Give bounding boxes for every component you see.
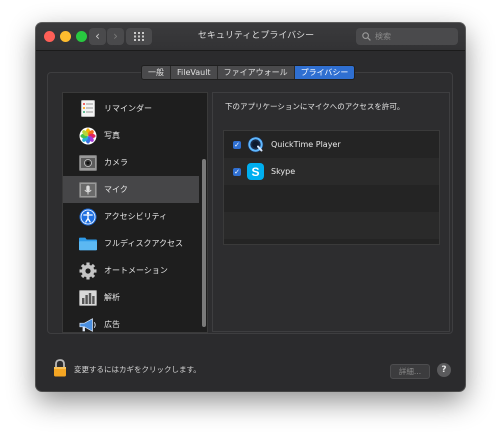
app-row-quicktime[interactable]: ✓ QuickTime Player [224,131,439,158]
quicktime-checkbox[interactable]: ✓ [233,140,241,149]
preferences-window: ‹ › セキュリティとプライバシー 検索 一般 FileVault ファイアウォ… [36,23,465,391]
minimize-window-button[interactable] [60,31,71,42]
sidebar-item-advertising[interactable]: 広告 [63,311,199,338]
folder-icon [79,235,97,253]
sidebar-item-label: フルディスクアクセス [104,239,184,248]
svg-text:S: S [251,165,259,179]
sidebar-item-label: 広告 [104,320,120,329]
camera-icon [79,154,97,172]
show-all-button[interactable] [126,28,152,45]
lock-button[interactable] [53,359,67,381]
checkmark-icon: ✓ [234,140,240,149]
sidebar-item-camera[interactable]: カメラ [63,149,199,176]
quicktime-icon [247,136,264,153]
sidebar-item-label: 解析 [104,293,120,302]
close-window-button[interactable] [44,31,55,42]
sidebar-item-accessibility[interactable]: アクセシビリティ [63,203,199,230]
privacy-category-list[interactable]: リマインダー 写真 カメラ マイク アクセシビリティ フルディスクアクセス オー… [62,92,208,333]
help-button[interactable]: ? [437,363,451,377]
app-permissions-pane: 下のアプリケーションにマイクへのアクセスを許可。 ✓ QuickTime Pla… [212,92,450,332]
tab-firewall[interactable]: ファイアウォール [217,66,295,79]
search-icon [362,32,371,41]
gear-icon [79,262,97,280]
sidebar-item-label: リマインダー [104,104,152,113]
reminders-icon [79,100,97,118]
microphone-icon [79,181,97,199]
search-field[interactable]: 検索 [356,28,458,45]
privacy-panel: リマインダー 写真 カメラ マイク アクセシビリティ フルディスクアクセス オー… [47,72,453,334]
photos-icon [79,127,97,145]
chevron-right-icon: › [113,29,118,43]
advanced-button[interactable]: 詳細... [390,364,430,379]
megaphone-icon [79,316,97,334]
permission-prompt: 下のアプリケーションにマイクへのアクセスを許可。 [225,102,405,111]
sidebar-item-full-disk-access[interactable]: フルディスクアクセス [63,230,199,257]
zoom-window-button[interactable] [76,31,87,42]
checkmark-icon: ✓ [234,167,240,176]
app-name: Skype [271,167,296,176]
title-bar: ‹ › セキュリティとプライバシー 検索 [36,23,465,51]
back-button[interactable]: ‹ [89,28,106,45]
skype-checkbox[interactable]: ✓ [233,167,241,176]
sidebar-item-reminders[interactable]: リマインダー [63,95,199,122]
empty-row [224,185,439,212]
lock-icon [54,359,66,377]
scrollbar-thumb[interactable] [202,159,206,327]
accessibility-icon [79,208,97,226]
analytics-icon [79,289,97,307]
app-list: ✓ QuickTime Player ✓ S Skype [223,130,440,245]
empty-row [224,212,439,239]
sidebar-item-label: アクセシビリティ [104,212,168,221]
sidebar-item-label: 写真 [104,131,120,140]
lock-instructions: 変更するにはカギをクリックします。 [74,365,201,374]
sidebar-item-photos[interactable]: 写真 [63,122,199,149]
search-placeholder: 検索 [375,32,391,41]
sidebar-item-microphone[interactable]: マイク [63,176,199,203]
window-title: セキュリティとプライバシー [197,31,315,41]
sidebar-item-analytics[interactable]: 解析 [63,284,199,311]
sidebar-item-label: オートメーション [104,266,168,275]
tab-privacy[interactable]: プライバシー [294,66,355,79]
tab-general[interactable]: 一般 [142,66,171,79]
app-name: QuickTime Player [271,140,341,149]
chevron-left-icon: ‹ [95,29,100,43]
sidebar-scrollbar[interactable] [200,93,207,332]
app-row-skype[interactable]: ✓ S Skype [224,158,439,185]
forward-button[interactable]: › [107,28,124,45]
grid-icon [134,32,144,41]
tab-bar: 一般 FileVault ファイアウォール プライバシー [141,65,356,80]
sidebar-item-automation[interactable]: オートメーション [63,257,199,284]
sidebar-item-label: カメラ [104,158,128,167]
skype-icon: S [247,163,264,180]
tab-filevault[interactable]: FileVault [171,66,218,79]
sidebar-item-label: マイク [104,185,128,194]
